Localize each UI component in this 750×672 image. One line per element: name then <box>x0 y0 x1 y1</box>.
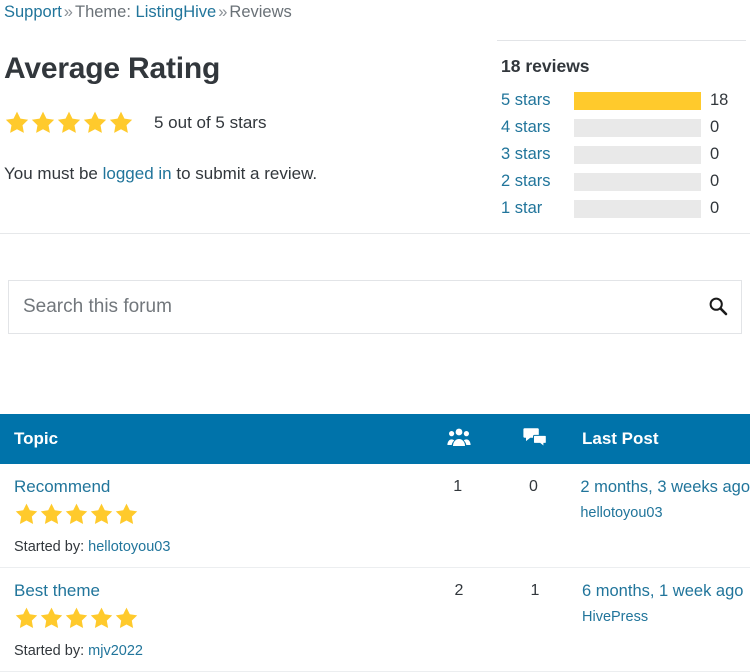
star-icon <box>39 606 64 630</box>
rating-bar-2-stars <box>574 172 701 191</box>
rating-filter-3-stars[interactable]: 3 stars <box>497 141 574 168</box>
topic-link[interactable]: Best theme <box>14 580 420 602</box>
speech-bubbles-icon <box>523 427 547 452</box>
average-rating-stars <box>4 110 134 135</box>
rating-count-1-star: 0 <box>710 199 720 217</box>
login-notice-before: You must be <box>4 164 103 183</box>
last-post-time-link[interactable]: 6 months, 1 week ago <box>582 580 750 602</box>
table-row: Recommend Started by: hellotoyou03 1 0 2… <box>0 464 750 568</box>
rating-count-3-stars: 0 <box>710 145 720 163</box>
started-by-author-link[interactable]: mjv2022 <box>88 643 143 659</box>
login-notice-after: to submit a review. <box>171 164 318 183</box>
breadcrumb-separator-1: » <box>63 3 73 21</box>
started-by: Started by: hellotoyou03 <box>14 537 419 557</box>
section-divider <box>0 233 750 234</box>
rating-bar-3-stars <box>574 145 701 164</box>
started-by-author-link[interactable]: hellotoyou03 <box>88 539 170 555</box>
search-button[interactable] <box>695 281 741 333</box>
page-title: Average Rating <box>4 52 221 85</box>
rating-bar-5-stars <box>574 91 701 110</box>
rating-breakdown-row: 4 stars 0 <box>497 114 746 141</box>
table-header-row: Topic Last Post <box>0 414 750 464</box>
last-post-cell: 2 months, 3 weeks ago hellotoyou03 <box>570 464 750 567</box>
search-input[interactable] <box>9 281 695 333</box>
replies-count: 1 <box>530 582 540 599</box>
last-post-time-link[interactable]: 2 months, 3 weeks ago <box>580 476 750 498</box>
search-icon <box>708 296 728 319</box>
reviews-count: 18 reviews <box>501 56 590 76</box>
rating-breakdown-row: 5 stars 18 <box>497 87 746 114</box>
voices-count: 1 <box>453 478 463 495</box>
rating-count-4-stars: 0 <box>710 118 720 136</box>
breadcrumb-theme-prefix: Theme: <box>74 3 131 21</box>
rating-filter-1-star[interactable]: 1 star <box>497 195 574 222</box>
started-by-label: Started by: <box>14 539 85 555</box>
last-post-cell: 6 months, 1 week ago HivePress <box>572 568 750 671</box>
forum-search <box>8 280 742 334</box>
last-post-author-link[interactable]: HivePress <box>582 607 750 627</box>
login-notice: You must be logged in to submit a review… <box>4 162 317 186</box>
column-header-topic[interactable]: Topic <box>0 429 420 449</box>
started-by-label: Started by: <box>14 643 85 659</box>
topic-cell: Recommend Started by: hellotoyou03 <box>0 464 419 567</box>
breadcrumb-separator-2: » <box>218 3 228 21</box>
breadcrumb: Support» Theme: ListingHive» Reviews <box>4 0 292 24</box>
average-rating-stars-row: 5 out of 5 stars <box>4 110 266 135</box>
rating-bar-1-star <box>574 199 701 218</box>
logged-in-link[interactable]: logged in <box>103 164 172 183</box>
last-post-author-link[interactable]: hellotoyou03 <box>580 503 750 523</box>
topic-cell: Best theme Started by: mjv2022 <box>0 568 420 671</box>
star-icon <box>30 110 56 135</box>
breadcrumb-current: Reviews <box>229 3 292 21</box>
users-group-icon <box>447 427 471 452</box>
star-icon <box>89 606 114 630</box>
topic-link[interactable]: Recommend <box>14 476 419 498</box>
star-icon <box>108 110 134 135</box>
rating-breakdown: 18 reviews 5 stars 18 4 stars 0 3 stars … <box>497 40 746 222</box>
topics-table: Topic Last Post Recommend Started by: he… <box>0 414 750 672</box>
average-rating-summary: 5 out of 5 stars <box>154 113 267 132</box>
rating-filter-2-stars[interactable]: 2 stars <box>497 168 574 195</box>
reviews-page: Support» Theme: ListingHive» Reviews Avera… <box>0 0 750 672</box>
star-icon <box>82 110 108 135</box>
column-header-replies[interactable] <box>498 427 572 452</box>
star-icon <box>114 606 139 630</box>
rating-filter-4-stars[interactable]: 4 stars <box>497 114 574 141</box>
star-icon <box>14 502 39 526</box>
breadcrumb-link-support[interactable]: Support <box>4 3 62 21</box>
star-icon <box>39 502 64 526</box>
star-icon <box>56 110 82 135</box>
rating-breakdown-row: 3 stars 0 <box>497 141 746 168</box>
rating-breakdown-row: 1 star 0 <box>497 195 746 222</box>
column-header-last-post[interactable]: Last Post <box>572 429 750 449</box>
rating-count-2-stars: 0 <box>710 172 720 190</box>
rating-bar-4-stars <box>574 118 701 137</box>
star-icon <box>64 502 89 526</box>
topic-rating-stars <box>14 502 139 526</box>
star-icon <box>89 502 114 526</box>
topic-rating-stars <box>14 606 139 630</box>
star-icon <box>4 110 30 135</box>
replies-count: 0 <box>528 478 538 495</box>
rating-bar-fill <box>574 91 701 110</box>
started-by: Started by: mjv2022 <box>14 641 420 661</box>
rating-count-5-stars: 18 <box>710 91 729 109</box>
rating-breakdown-row: 2 stars 0 <box>497 168 746 195</box>
rating-filter-5-stars[interactable]: 5 stars <box>497 87 574 114</box>
breadcrumb-link-theme[interactable]: ListingHive <box>136 3 217 21</box>
star-icon <box>64 606 89 630</box>
table-row: Best theme Started by: mjv2022 2 1 6 mon… <box>0 568 750 672</box>
voices-count: 2 <box>454 582 464 599</box>
star-icon <box>14 606 39 630</box>
column-header-voices[interactable] <box>420 427 498 452</box>
star-icon <box>114 502 139 526</box>
